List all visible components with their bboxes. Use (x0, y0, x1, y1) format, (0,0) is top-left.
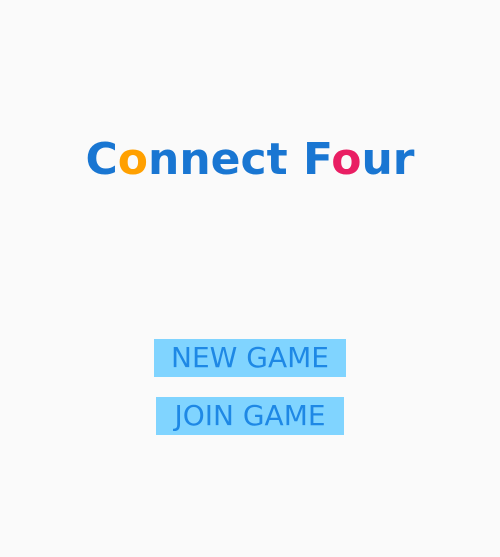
title-letter-c: C (85, 134, 118, 185)
title-space (288, 134, 303, 185)
title-letters-nnect: nnect (148, 134, 288, 185)
new-game-button[interactable]: NEW GAME (154, 339, 346, 377)
title-letter-o-orange: o (117, 134, 149, 185)
title-letter-o-pink: o (331, 134, 362, 185)
title-letter-f: F (302, 134, 332, 185)
page-title: Connect Four (0, 132, 500, 188)
title-letters-ur: ur (361, 134, 415, 185)
join-game-button[interactable]: JOIN GAME (156, 397, 344, 435)
